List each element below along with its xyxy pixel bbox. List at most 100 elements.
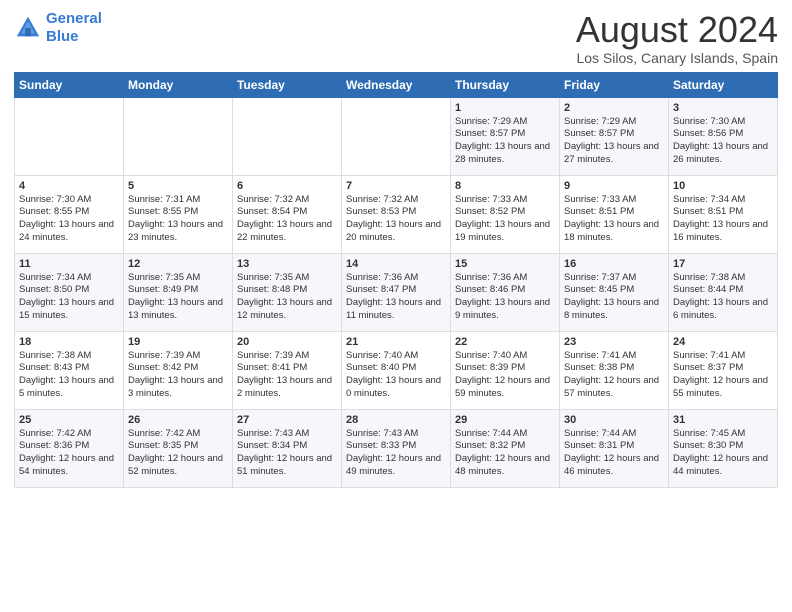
calendar-cell: 11 Sunrise: 7:34 AM Sunset: 8:50 PM Dayli…: [15, 253, 124, 331]
day-info: Sunrise: 7:44 AM Sunset: 8:32 PM Dayligh…: [455, 428, 555, 479]
calendar-cell: 27 Sunrise: 7:43 AM Sunset: 8:34 PM Dayli…: [233, 409, 342, 487]
day-info: Sunrise: 7:42 AM Sunset: 8:35 PM Dayligh…: [128, 428, 228, 479]
calendar-cell: 6 Sunrise: 7:32 AM Sunset: 8:54 PM Daylig…: [233, 175, 342, 253]
calendar-week-2: 4Sunrise: 7:30 AM Sunset: 8:55 PM Daylig…: [15, 175, 778, 253]
header-row: SundayMondayTuesdayWednesdayThursdayFrid…: [15, 72, 778, 97]
day-number: 27: [237, 414, 337, 426]
logo: General Blue: [14, 10, 102, 46]
day-info: Sunrise: 7:31 AM Sunset: 8:55 PM Dayligh…: [128, 194, 228, 245]
day-number: 7: [346, 180, 446, 192]
calendar-cell: 10 Sunrise: 7:34 AM Sunset: 8:51 PM Dayli…: [669, 175, 778, 253]
day-info: Sunrise: 7:43 AM Sunset: 8:34 PM Dayligh…: [237, 428, 337, 479]
day-info: Sunrise: 7:34 AM Sunset: 8:50 PM Dayligh…: [19, 272, 119, 323]
calendar-cell: 16Sunrise: 7:37 AM Sunset: 8:45 PM Dayli…: [560, 253, 669, 331]
day-number: 16: [564, 258, 664, 270]
column-header-tuesday: Tuesday: [233, 72, 342, 97]
day-number: 19: [128, 336, 228, 348]
day-info: Sunrise: 7:40 AM Sunset: 8:40 PM Dayligh…: [346, 350, 446, 401]
day-number: 30: [564, 414, 664, 426]
calendar-week-3: 11 Sunrise: 7:34 AM Sunset: 8:50 PM Dayli…: [15, 253, 778, 331]
day-number: 28: [346, 414, 446, 426]
page-container: General Blue August 2024 Los Silos, Cana…: [0, 0, 792, 494]
day-info: Sunrise: 7:41 AM Sunset: 8:37 PM Dayligh…: [673, 350, 773, 401]
day-number: 29: [455, 414, 555, 426]
calendar-cell: 20 Sunrise: 7:39 AM Sunset: 8:41 PM Dayli…: [233, 331, 342, 409]
column-header-monday: Monday: [124, 72, 233, 97]
day-info: Sunrise: 7:45 AM Sunset: 8:30 PM Dayligh…: [673, 428, 773, 479]
calendar-cell: 14Sunrise: 7:36 AM Sunset: 8:47 PM Dayli…: [342, 253, 451, 331]
day-info: Sunrise: 7:35 AM Sunset: 8:48 PM Dayligh…: [237, 272, 337, 323]
day-info: Sunrise: 7:32 AM Sunset: 8:53 PM Dayligh…: [346, 194, 446, 245]
day-info: Sunrise: 7:40 AM Sunset: 8:39 PM Dayligh…: [455, 350, 555, 401]
day-info: Sunrise: 7:29 AM Sunset: 8:57 PM Dayligh…: [455, 116, 555, 167]
calendar-cell: 24 Sunrise: 7:41 AM Sunset: 8:37 PM Dayli…: [669, 331, 778, 409]
main-title: August 2024: [576, 10, 778, 50]
calendar-cell: 1Sunrise: 7:29 AM Sunset: 8:57 PM Daylig…: [451, 97, 560, 175]
day-number: 20: [237, 336, 337, 348]
calendar-cell: 4Sunrise: 7:30 AM Sunset: 8:55 PM Daylig…: [15, 175, 124, 253]
day-number: 12: [128, 258, 228, 270]
day-info: Sunrise: 7:38 AM Sunset: 8:43 PM Dayligh…: [19, 350, 119, 401]
day-number: 23: [564, 336, 664, 348]
day-number: 18: [19, 336, 119, 348]
column-header-saturday: Saturday: [669, 72, 778, 97]
calendar-week-5: 25 Sunrise: 7:42 AM Sunset: 8:36 PM Dayli…: [15, 409, 778, 487]
logo-icon: [14, 14, 42, 42]
day-info: Sunrise: 7:32 AM Sunset: 8:54 PM Dayligh…: [237, 194, 337, 245]
day-number: 24: [673, 336, 773, 348]
day-info: Sunrise: 7:41 AM Sunset: 8:38 PM Dayligh…: [564, 350, 664, 401]
day-number: 13: [237, 258, 337, 270]
day-info: Sunrise: 7:34 AM Sunset: 8:51 PM Dayligh…: [673, 194, 773, 245]
column-header-friday: Friday: [560, 72, 669, 97]
subtitle: Los Silos, Canary Islands, Spain: [576, 50, 778, 66]
calendar-cell: 3 Sunrise: 7:30 AM Sunset: 8:56 PM Daylig…: [669, 97, 778, 175]
day-number: 2: [564, 102, 664, 114]
calendar-cell: 13 Sunrise: 7:35 AM Sunset: 8:48 PM Dayli…: [233, 253, 342, 331]
day-number: 25: [19, 414, 119, 426]
calendar-cell: 31 Sunrise: 7:45 AM Sunset: 8:30 PM Dayli…: [669, 409, 778, 487]
calendar-cell: 23 Sunrise: 7:41 AM Sunset: 8:38 PM Dayli…: [560, 331, 669, 409]
day-number: 22: [455, 336, 555, 348]
day-number: 5: [128, 180, 228, 192]
calendar-cell: 21 Sunrise: 7:40 AM Sunset: 8:40 PM Dayli…: [342, 331, 451, 409]
calendar-cell: [124, 97, 233, 175]
calendar-cell: [15, 97, 124, 175]
calendar-week-1: 1Sunrise: 7:29 AM Sunset: 8:57 PM Daylig…: [15, 97, 778, 175]
day-info: Sunrise: 7:38 AM Sunset: 8:44 PM Dayligh…: [673, 272, 773, 323]
day-number: 4: [19, 180, 119, 192]
column-header-wednesday: Wednesday: [342, 72, 451, 97]
day-number: 8: [455, 180, 555, 192]
day-info: Sunrise: 7:36 AM Sunset: 8:47 PM Dayligh…: [346, 272, 446, 323]
day-info: Sunrise: 7:42 AM Sunset: 8:36 PM Dayligh…: [19, 428, 119, 479]
calendar-header: SundayMondayTuesdayWednesdayThursdayFrid…: [15, 72, 778, 97]
calendar-cell: 26 Sunrise: 7:42 AM Sunset: 8:35 PM Dayli…: [124, 409, 233, 487]
day-number: 31: [673, 414, 773, 426]
calendar-cell: 29 Sunrise: 7:44 AM Sunset: 8:32 PM Dayli…: [451, 409, 560, 487]
calendar-cell: 25 Sunrise: 7:42 AM Sunset: 8:36 PM Dayli…: [15, 409, 124, 487]
day-number: 21: [346, 336, 446, 348]
day-info: Sunrise: 7:39 AM Sunset: 8:42 PM Dayligh…: [128, 350, 228, 401]
calendar-cell: 8 Sunrise: 7:33 AM Sunset: 8:52 PM Daylig…: [451, 175, 560, 253]
day-number: 17: [673, 258, 773, 270]
calendar-cell: 12 Sunrise: 7:35 AM Sunset: 8:49 PM Dayli…: [124, 253, 233, 331]
calendar-body: 1Sunrise: 7:29 AM Sunset: 8:57 PM Daylig…: [15, 97, 778, 487]
day-number: 10: [673, 180, 773, 192]
calendar-cell: [342, 97, 451, 175]
calendar-cell: 22 Sunrise: 7:40 AM Sunset: 8:39 PM Dayli…: [451, 331, 560, 409]
calendar-cell: 2Sunrise: 7:29 AM Sunset: 8:57 PM Daylig…: [560, 97, 669, 175]
calendar-cell: 5 Sunrise: 7:31 AM Sunset: 8:55 PM Daylig…: [124, 175, 233, 253]
day-number: 15: [455, 258, 555, 270]
day-info: Sunrise: 7:33 AM Sunset: 8:52 PM Dayligh…: [455, 194, 555, 245]
day-info: Sunrise: 7:30 AM Sunset: 8:56 PM Dayligh…: [673, 116, 773, 167]
title-block: August 2024 Los Silos, Canary Islands, S…: [576, 10, 778, 66]
day-info: Sunrise: 7:35 AM Sunset: 8:49 PM Dayligh…: [128, 272, 228, 323]
day-info: Sunrise: 7:39 AM Sunset: 8:41 PM Dayligh…: [237, 350, 337, 401]
calendar-cell: 17 Sunrise: 7:38 AM Sunset: 8:44 PM Dayli…: [669, 253, 778, 331]
day-number: 3: [673, 102, 773, 114]
day-number: 6: [237, 180, 337, 192]
day-number: 11: [19, 258, 119, 270]
day-info: Sunrise: 7:43 AM Sunset: 8:33 PM Dayligh…: [346, 428, 446, 479]
calendar-cell: 15Sunrise: 7:36 AM Sunset: 8:46 PM Dayli…: [451, 253, 560, 331]
day-number: 26: [128, 414, 228, 426]
day-info: Sunrise: 7:33 AM Sunset: 8:51 PM Dayligh…: [564, 194, 664, 245]
